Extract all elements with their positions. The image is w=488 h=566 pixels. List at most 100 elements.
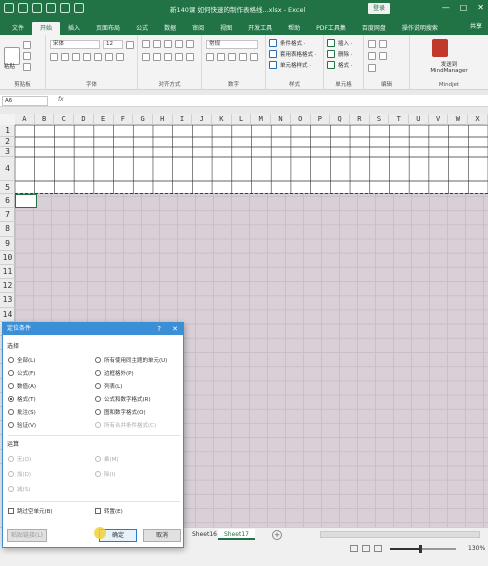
column-header-b[interactable]: B bbox=[35, 114, 55, 125]
column-header-r[interactable]: R bbox=[350, 114, 370, 125]
column-header-k[interactable]: K bbox=[212, 114, 232, 125]
close-icon[interactable]: ✕ bbox=[172, 323, 178, 335]
indent-icon[interactable] bbox=[175, 53, 183, 61]
save-icon[interactable] bbox=[4, 3, 14, 13]
column-header-v[interactable]: V bbox=[429, 114, 449, 125]
radio-formulas[interactable]: 公式(F) bbox=[8, 369, 35, 377]
tab-formulas[interactable]: 公式 bbox=[128, 22, 156, 35]
increase-decimal-icon[interactable] bbox=[239, 53, 247, 61]
autosum-icon[interactable] bbox=[368, 40, 376, 48]
merge-center-icon[interactable] bbox=[186, 53, 194, 61]
column-header-p[interactable]: P bbox=[311, 114, 331, 125]
row-header-13[interactable]: 13 bbox=[0, 293, 15, 308]
tab-view[interactable]: 视图 bbox=[212, 22, 240, 35]
radio-all[interactable]: 全部(L) bbox=[8, 356, 35, 364]
row-header-11[interactable]: 11 bbox=[0, 265, 15, 280]
row-header-2[interactable]: 2 bbox=[0, 137, 15, 147]
align-center-icon[interactable] bbox=[153, 53, 161, 61]
transpose-checkbox[interactable]: 转置(E) bbox=[95, 507, 123, 515]
tab-file[interactable]: 文件 bbox=[4, 22, 32, 35]
name-box[interactable]: A6 bbox=[2, 96, 48, 106]
normal-view-icon[interactable] bbox=[350, 545, 358, 552]
horizontal-scrollbar[interactable] bbox=[320, 531, 480, 538]
tab-pdf-tools[interactable]: PDF工具集 bbox=[308, 22, 354, 35]
radio-validation[interactable]: 验证(V) bbox=[8, 421, 36, 429]
align-left-icon[interactable] bbox=[142, 53, 150, 61]
increase-font-icon[interactable] bbox=[126, 40, 134, 49]
column-header-m[interactable]: M bbox=[251, 114, 272, 125]
row-header-9[interactable]: 9 bbox=[0, 237, 15, 251]
column-header-e[interactable]: E bbox=[94, 114, 114, 125]
phonetic-icon[interactable] bbox=[116, 53, 124, 61]
tab-help[interactable]: 帮助 bbox=[280, 22, 308, 35]
maximize-button[interactable]: □ bbox=[460, 3, 468, 12]
copy-icon[interactable] bbox=[23, 52, 31, 60]
wrap-text-icon[interactable] bbox=[186, 40, 194, 48]
page-layout-view-icon[interactable] bbox=[362, 545, 370, 552]
radio-image-number-format[interactable]: 图和数字格式(O) bbox=[95, 408, 146, 416]
zoom-slider[interactable] bbox=[390, 545, 456, 553]
skip-blanks-checkbox[interactable]: 跳过空单元(B) bbox=[8, 507, 53, 515]
bordered-table[interactable] bbox=[15, 125, 488, 194]
row-header-10[interactable]: 10 bbox=[0, 251, 15, 265]
column-header-o[interactable]: O bbox=[291, 114, 311, 125]
conditional-format-button[interactable]: 条件格式 · bbox=[280, 39, 306, 47]
tab-page-layout[interactable]: 页面布局 bbox=[88, 22, 128, 35]
signin-button[interactable]: 登录 bbox=[368, 3, 390, 14]
currency-icon[interactable] bbox=[206, 53, 214, 61]
cell-styles-button[interactable]: 单元格样式 · bbox=[280, 61, 311, 69]
row-header-7[interactable]: 7 bbox=[0, 208, 15, 223]
tab-data[interactable]: 数据 bbox=[156, 22, 184, 35]
tab-home[interactable]: 开始 bbox=[32, 22, 61, 35]
percent-icon[interactable] bbox=[217, 53, 225, 61]
sheet-tab-17[interactable]: Sheet17 bbox=[218, 529, 255, 540]
bold-icon[interactable] bbox=[50, 53, 58, 61]
radio-formula-number-format[interactable]: 公式和数字格式(R) bbox=[95, 395, 151, 403]
column-header-j[interactable]: J bbox=[192, 114, 213, 125]
row-header-3[interactable]: 3 bbox=[0, 147, 15, 157]
align-top-icon[interactable] bbox=[142, 40, 150, 48]
comma-icon[interactable] bbox=[228, 53, 236, 61]
column-header-q[interactable]: Q bbox=[330, 114, 350, 125]
row-header-1[interactable]: 1 bbox=[0, 125, 15, 137]
row-header-4[interactable]: 4 bbox=[0, 157, 15, 181]
cut-icon[interactable] bbox=[23, 41, 31, 49]
column-header-a[interactable]: A bbox=[15, 114, 35, 125]
sort-filter-icon[interactable] bbox=[379, 40, 387, 48]
cancel-button[interactable]: 取消 bbox=[143, 529, 181, 542]
column-header-n[interactable]: N bbox=[271, 114, 291, 125]
column-header-u[interactable]: U bbox=[409, 114, 429, 125]
column-header-x[interactable]: X bbox=[468, 114, 488, 125]
zoom-slider-thumb[interactable] bbox=[418, 545, 422, 553]
insert-cells-button[interactable]: 插入 · bbox=[338, 39, 353, 47]
minimize-button[interactable]: — bbox=[442, 3, 450, 12]
column-header-l[interactable]: L bbox=[232, 114, 252, 125]
column-header-s[interactable]: S bbox=[370, 114, 390, 125]
column-header-c[interactable]: C bbox=[54, 114, 75, 125]
help-icon[interactable]: ? bbox=[157, 323, 161, 335]
send-to-line1[interactable]: 发送到 bbox=[410, 60, 488, 68]
tab-baidu[interactable]: 百度网盘 bbox=[354, 22, 394, 35]
radio-outside-border[interactable]: 边框格外(P) bbox=[95, 369, 134, 377]
column-header-w[interactable]: W bbox=[448, 114, 469, 125]
redo-icon[interactable] bbox=[32, 3, 42, 13]
radio-comments[interactable]: 批注(S) bbox=[8, 408, 36, 416]
row-header-14[interactable]: 14 bbox=[0, 308, 15, 322]
fill-icon[interactable] bbox=[368, 52, 376, 60]
row-header-5[interactable]: 5 bbox=[0, 181, 15, 194]
delete-cells-button[interactable]: 删除 · bbox=[338, 50, 353, 58]
mindmanager-icon[interactable] bbox=[432, 39, 448, 57]
sort-icon[interactable] bbox=[74, 3, 84, 13]
radio-values[interactable]: 数值(A) bbox=[8, 382, 36, 390]
font-color-icon[interactable] bbox=[105, 53, 113, 61]
align-middle-icon[interactable] bbox=[153, 40, 161, 48]
add-sheet-button[interactable]: + bbox=[272, 530, 282, 540]
border-icon[interactable] bbox=[83, 53, 91, 61]
close-button[interactable]: ✕ bbox=[477, 3, 484, 12]
print-preview-icon[interactable] bbox=[60, 3, 70, 13]
align-right-icon[interactable] bbox=[164, 53, 172, 61]
radio-formats[interactable]: 格式(T) bbox=[8, 395, 36, 403]
row-header-8[interactable]: 8 bbox=[0, 222, 15, 237]
tab-developer[interactable]: 开发工具 bbox=[240, 22, 280, 35]
tab-review[interactable]: 审阅 bbox=[184, 22, 212, 35]
